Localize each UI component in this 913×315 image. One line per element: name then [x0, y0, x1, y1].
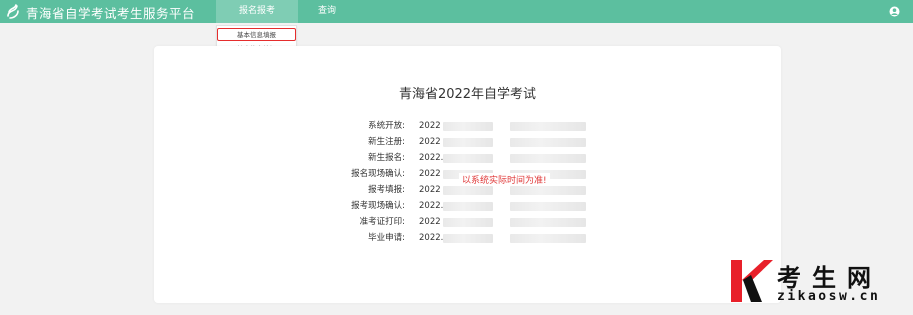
blurred-date: [510, 218, 586, 227]
row-label: 报考现场确认:: [351, 201, 405, 211]
row-value: 2022: [419, 121, 441, 131]
row-value: 2022: [419, 185, 441, 195]
row-value: 2022: [419, 169, 441, 179]
schedule-row: 新生报名: 2022.: [154, 151, 781, 165]
blurred-date: [510, 186, 586, 195]
notice-text: 以系统实际时间为准!: [459, 173, 550, 186]
exam-schedule-card: 青海省2022年自学考试 系统开放: 2022 新生注册: 2022 新生报名:…: [154, 46, 781, 303]
card-title: 青海省2022年自学考试: [398, 87, 537, 102]
schedule-row: 准考证打印: 2022: [154, 215, 781, 229]
row-label: 新生报名:: [368, 153, 405, 163]
row-value: 2022.: [419, 233, 444, 243]
menu-item-basic-info[interactable]: 基本信息填报: [217, 28, 296, 41]
watermark-brand-en: zikaosw.cn: [777, 289, 881, 304]
schedule-row: 新生注册: 2022: [154, 135, 781, 149]
blurred-date: [510, 138, 586, 147]
row-label: 毕业申请:: [368, 233, 405, 243]
schedule-row: 毕业申请: 2022.: [154, 231, 781, 245]
watermark-logo-k: [731, 260, 773, 302]
row-label: 准考证打印:: [359, 217, 405, 227]
row-label: 新生注册:: [368, 137, 405, 147]
blurred-date: [510, 122, 586, 131]
blurred-date: [443, 218, 493, 227]
blurred-date: [443, 186, 493, 195]
row-label: 报考填报:: [368, 185, 405, 195]
row-label: 系统开放:: [368, 121, 405, 131]
watermark: 考生网 zikaosw.cn: [729, 256, 913, 315]
blurred-date: [443, 234, 493, 243]
row-label: 报名现场确认:: [351, 169, 405, 179]
nav-tab-registration[interactable]: 报名报考: [216, 0, 298, 23]
blurred-date: [510, 154, 586, 163]
top-navbar: 青海省自学考试考生服务平台 报名报考 查询: [0, 0, 913, 23]
nav-tab-query[interactable]: 查询: [304, 0, 350, 23]
schedule-row: 报考现场确认: 2022.: [154, 199, 781, 213]
blurred-date: [443, 122, 493, 131]
blurred-date: [443, 202, 493, 211]
site-title: 青海省自学考试考生服务平台: [26, 6, 196, 21]
row-value: 2022: [419, 217, 441, 227]
row-value: 2022: [419, 137, 441, 147]
logo-icon: [7, 4, 19, 19]
watermark-brand-cn: 考生网: [777, 264, 882, 292]
blurred-date: [443, 138, 493, 147]
user-icon[interactable]: [889, 6, 900, 17]
schedule-row: 系统开放: 2022: [154, 119, 781, 133]
blurred-date: [443, 154, 493, 163]
row-value: 2022.: [419, 201, 444, 211]
row-value: 2022.: [419, 153, 444, 163]
blurred-date: [510, 234, 586, 243]
blurred-date: [510, 202, 586, 211]
